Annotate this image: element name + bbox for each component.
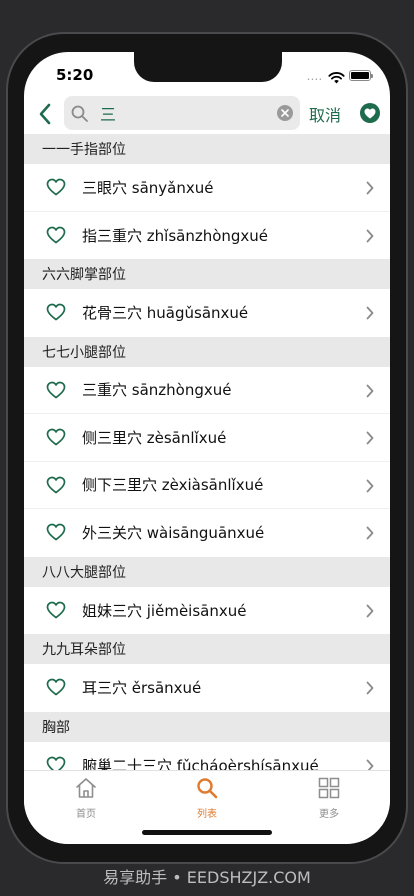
section-header: 六六脚掌部位 — [24, 259, 390, 289]
back-button[interactable] — [34, 101, 56, 127]
heart-outline-icon[interactable] — [46, 226, 66, 248]
list-item[interactable]: 姐妹三穴 jiěmèisānxué — [24, 586, 390, 634]
heart-filled-icon — [364, 108, 376, 118]
acupoint-name: 外三关穴 wàisānguānxué — [82, 524, 265, 543]
acupoint-name: 姐妹三穴 jiěmèisānxué — [82, 601, 247, 620]
search-input[interactable] — [100, 101, 260, 125]
section-header: 九九耳朵部位 — [24, 634, 390, 664]
heart-outline-icon[interactable] — [46, 303, 66, 325]
watermark: 易享助手 • EEDSHZJZ.COM — [103, 868, 311, 887]
cancel-button[interactable]: 取消 — [309, 102, 341, 126]
grid-icon — [318, 777, 340, 799]
chevron-right-icon — [366, 305, 374, 324]
chevron-right-icon — [366, 758, 374, 770]
acupoint-name: 三重穴 sānzhòngxué — [82, 381, 232, 400]
heart-outline-icon[interactable] — [46, 178, 66, 200]
tab-list[interactable]: 列表 — [177, 777, 237, 820]
acupoint-name: 三眼穴 sānyǎnxué — [82, 178, 214, 197]
acupoint-name: 花骨三穴 huāgǔsānxué — [82, 304, 249, 323]
search-bar: 取消 — [24, 96, 390, 134]
chevron-right-icon — [366, 603, 374, 622]
list-item[interactable]: 花骨三穴 huāgǔsānxué — [24, 289, 390, 337]
status-bar: 5:20 •••• — [24, 52, 390, 96]
tab-more[interactable]: 更多 — [299, 777, 359, 820]
tab-home-label: 首页 — [76, 809, 96, 820]
chevron-right-icon — [366, 180, 374, 199]
list-item[interactable]: 外三关穴 wàisānguānxué — [24, 509, 390, 557]
list-item[interactable]: 腑巢二十三穴 fǔcháoèrshísānxué — [24, 741, 390, 770]
section-header: 七七小腿部位 — [24, 336, 390, 367]
acupoint-list[interactable]: 一一手指部位三眼穴 sānyǎnxué 指三重穴 zhǐsānzhòngxué 六六… — [24, 134, 390, 770]
list-item[interactable]: 侧下三里穴 zèxiàsānlǐxué — [24, 461, 390, 509]
list-item[interactable]: 侧三里穴 zèsānlǐxué — [24, 414, 390, 462]
chevron-right-icon — [366, 478, 374, 497]
heart-outline-icon[interactable] — [46, 756, 66, 770]
favorites-button[interactable] — [360, 103, 380, 123]
app-screen: 5:20 •••• 取消 一一手指部位三眼穴 sānyǎnxué 指三重穴 zhǐ… — [24, 52, 390, 844]
tab-list-label: 列表 — [197, 809, 217, 820]
wifi-icon — [328, 69, 345, 88]
battery-icon — [349, 70, 373, 81]
heart-outline-icon[interactable] — [46, 428, 66, 450]
chevron-right-icon — [366, 525, 374, 544]
cellular-signal-icon: •••• — [307, 77, 323, 83]
chevron-right-icon — [366, 680, 374, 699]
status-time: 5:20 — [56, 66, 94, 84]
acupoint-name: 侧下三里穴 zèxiàsānlǐxué — [82, 476, 264, 495]
search-icon — [70, 104, 90, 128]
chevron-right-icon — [366, 383, 374, 402]
list-item[interactable]: 耳三穴 ěrsānxué — [24, 664, 390, 712]
search-box[interactable] — [64, 96, 300, 130]
tab-home[interactable]: 首页 — [56, 777, 116, 820]
clear-search-button[interactable] — [277, 105, 293, 121]
heart-outline-icon[interactable] — [46, 381, 66, 403]
list-item[interactable]: 三眼穴 sānyǎnxué — [24, 164, 390, 212]
home-icon — [76, 778, 96, 798]
heart-outline-icon[interactable] — [46, 523, 66, 545]
section-header: 胸部 — [24, 711, 390, 742]
heart-outline-icon[interactable] — [46, 476, 66, 498]
acupoint-name: 指三重穴 zhǐsānzhòngxué — [82, 226, 269, 245]
chevron-right-icon — [366, 228, 374, 247]
acupoint-name: 腑巢二十三穴 fǔcháoèrshísānxué — [82, 756, 319, 770]
section-header: 八八大腿部位 — [24, 556, 390, 587]
heart-outline-icon[interactable] — [46, 678, 66, 700]
search-icon — [197, 778, 218, 799]
acupoint-name: 耳三穴 ěrsānxué — [82, 679, 202, 698]
chevron-right-icon — [366, 430, 374, 449]
home-indicator[interactable] — [142, 830, 272, 835]
acupoint-name: 侧三里穴 zèsānlǐxué — [82, 428, 227, 447]
section-header: 一一手指部位 — [24, 134, 390, 164]
chevron-left-icon — [39, 103, 51, 125]
list-item[interactable]: 指三重穴 zhǐsānzhòngxué — [24, 211, 390, 259]
tab-more-label: 更多 — [319, 809, 339, 820]
list-item[interactable]: 三重穴 sānzhòngxué — [24, 366, 390, 414]
heart-outline-icon[interactable] — [46, 601, 66, 623]
close-icon — [281, 109, 289, 117]
